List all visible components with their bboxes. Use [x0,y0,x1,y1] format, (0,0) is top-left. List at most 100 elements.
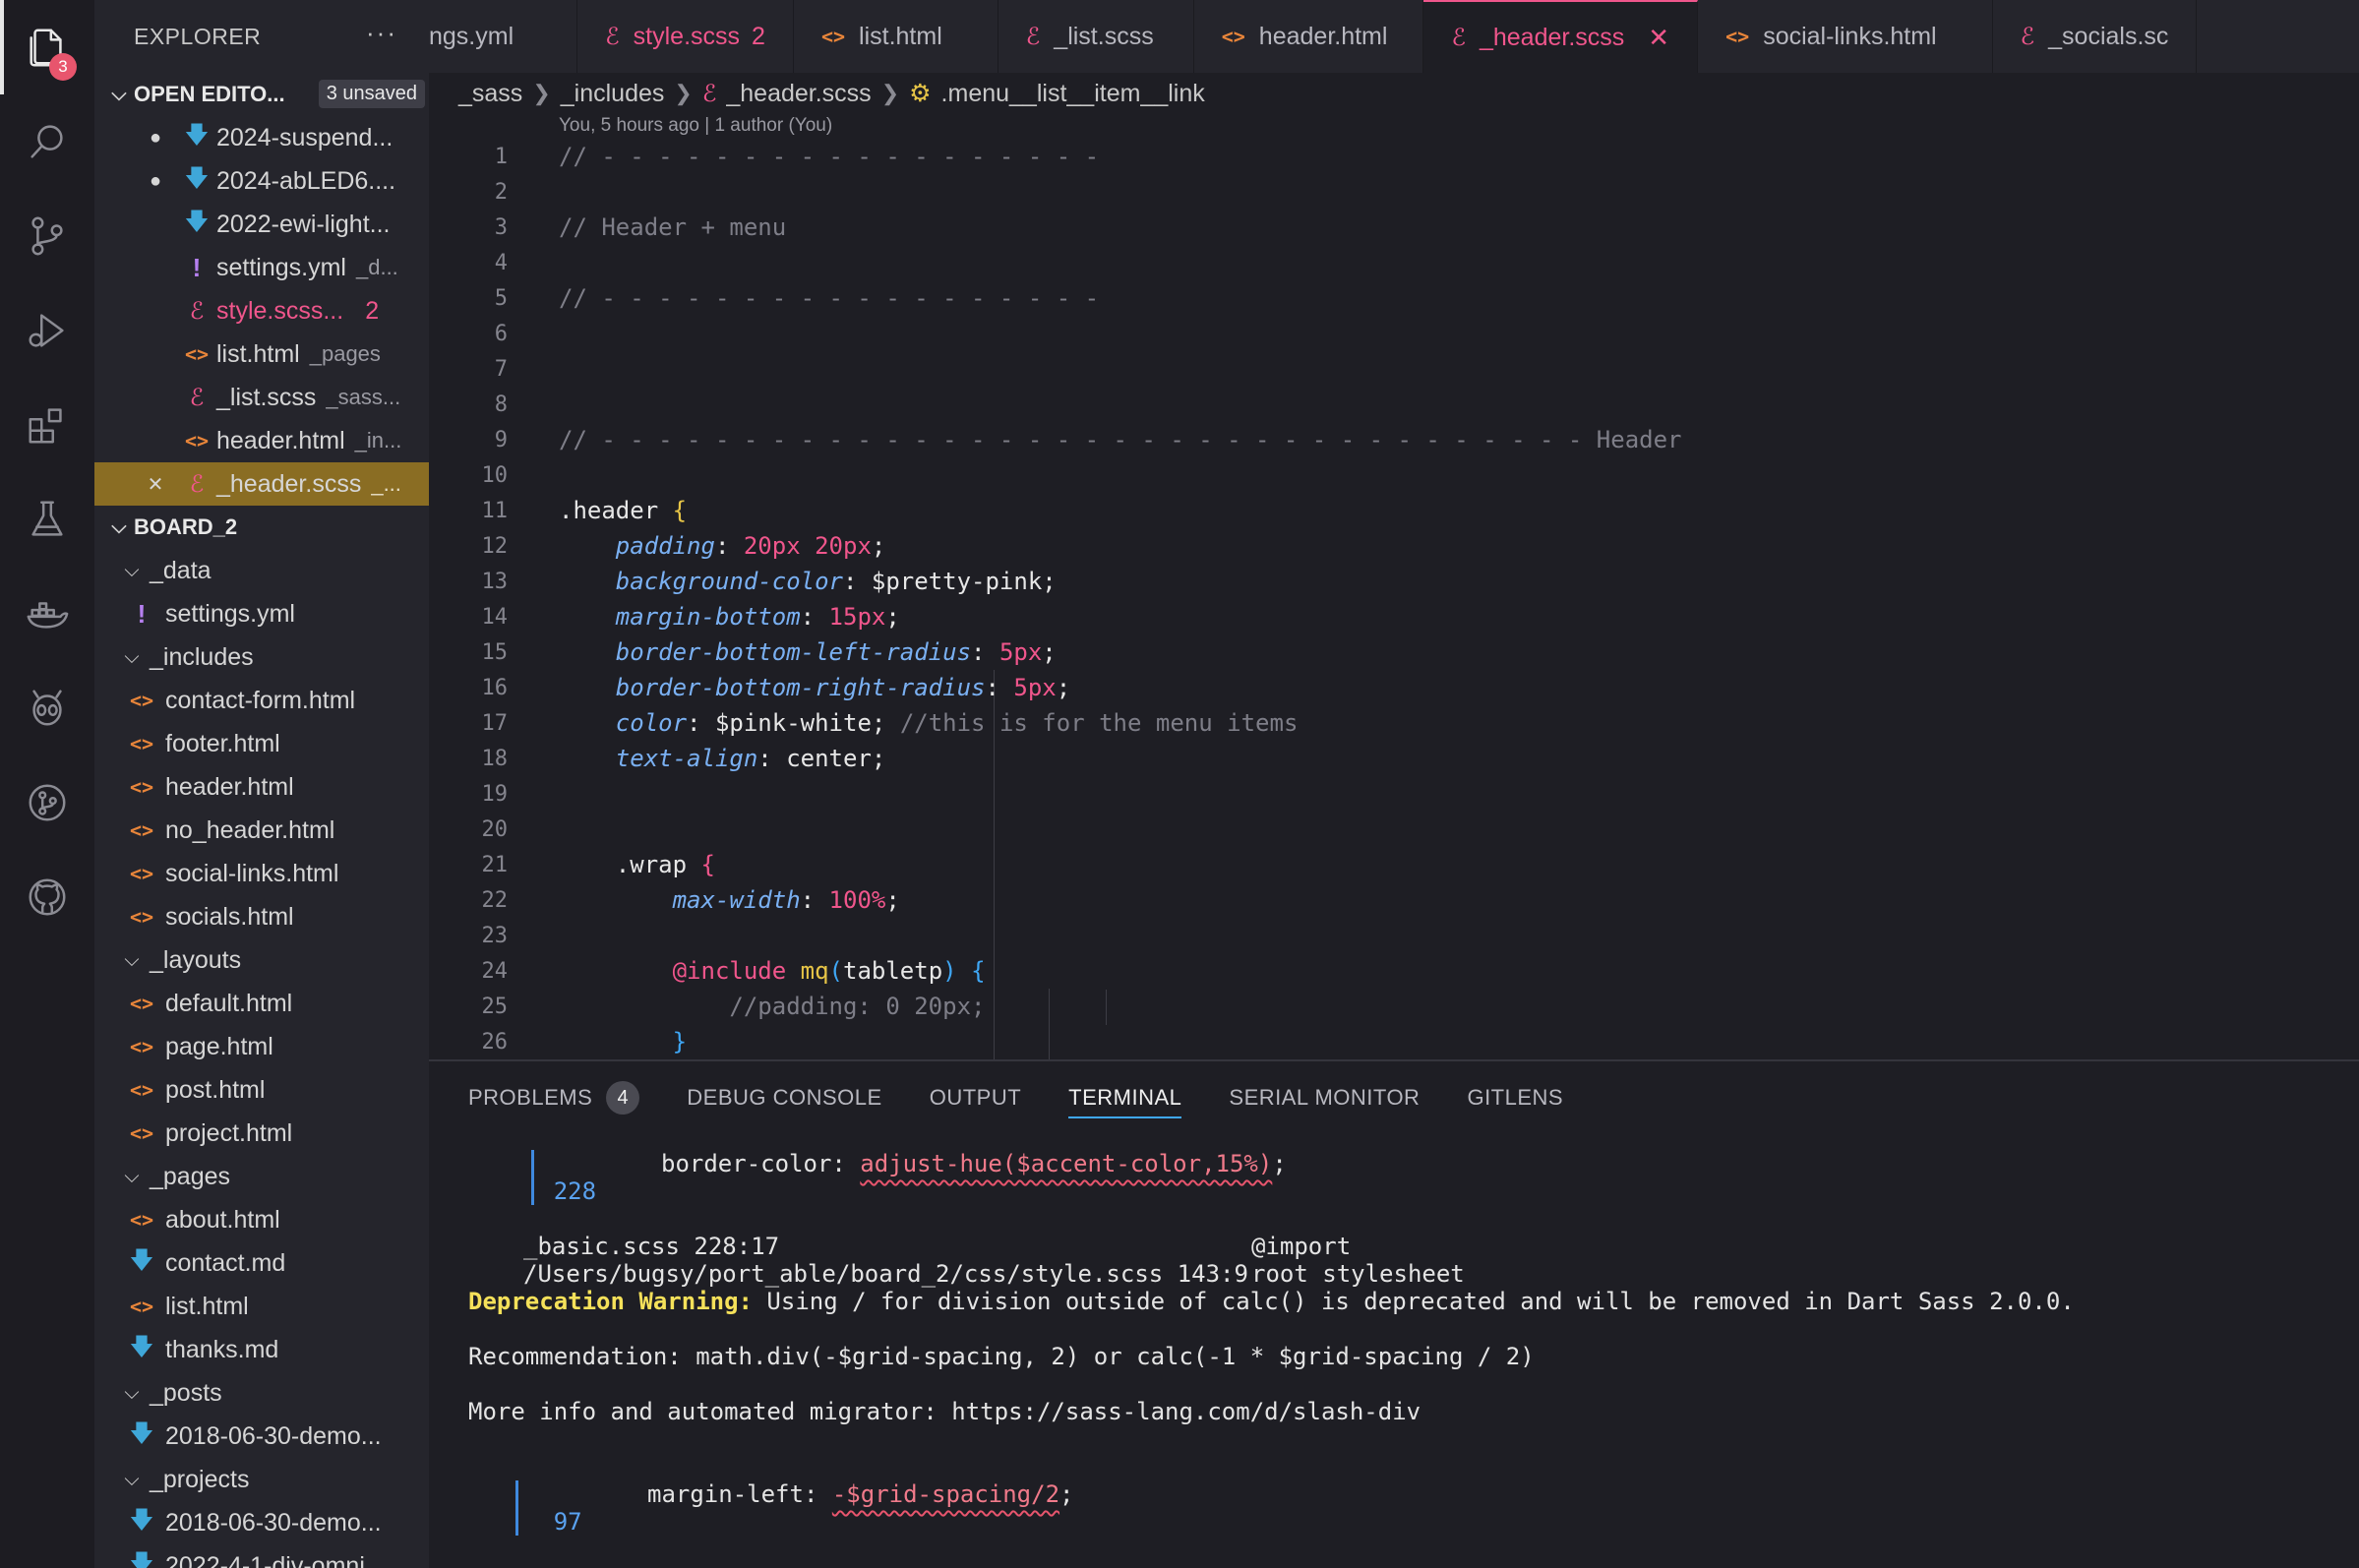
open-editor-name: 2024-abLED6.... [216,166,396,195]
git-graph-icon[interactable] [0,755,94,850]
tab-settings-yml[interactable]: ngs.yml [429,0,578,73]
tab-serial-monitor[interactable]: SERIAL MONITOR [1229,1061,1420,1134]
tree-file[interactable]: <> social-links.html [94,852,429,895]
line-number: 16 [429,670,509,705]
tree-folder[interactable]: ⌵ _posts [94,1371,429,1415]
tree-file[interactable]: <> header.html [94,765,429,809]
breadcrumb-item[interactable]: .menu__list__item__link [941,80,1205,108]
yaml-file-icon: ! [137,598,147,629]
tab-problems[interactable]: PROBLEMS 4 [468,1061,640,1134]
tree-file[interactable]: <> list.html [94,1285,429,1328]
tree-file[interactable]: <> no_header.html [94,809,429,852]
search-icon[interactable] [0,94,94,189]
tree-file[interactable]: 🡇 2018-06-30-demo... [94,1415,429,1458]
tab-terminal[interactable]: TERMINAL [1068,1061,1182,1134]
tree-file[interactable]: <> page.html [94,1025,429,1068]
tab-socials-scss[interactable]: ℰ _socials.sc [1993,0,2198,73]
tab-error-count: 2 [752,22,765,50]
terminal-code: border-color: [661,1150,861,1177]
open-editor-item[interactable]: <> header.html _in... [94,419,429,462]
explorer-icon[interactable]: 3 [0,0,94,94]
tree-file[interactable]: 🡇 2022-4-1-div-omni... [94,1544,429,1568]
tab-gitlens[interactable]: GITLENS [1467,1061,1563,1134]
tree-file[interactable]: 🡇 2018-06-30-demo... [94,1501,429,1544]
open-editor-item[interactable]: 🡇 2022-ewi-light... [94,203,429,246]
run-debug-icon[interactable] [0,283,94,378]
yaml-file-icon: ! [192,252,202,282]
tree-folder[interactable]: ⌵ _projects [94,1458,429,1501]
line-number-text: 4 [494,250,508,275]
open-editor-name: 2022-ewi-light... [216,210,391,238]
code-line: // - - - - - - - - - - - - - - - - - - [559,284,1100,312]
tree-folder[interactable]: ⌵ _data [94,549,429,592]
tree-file[interactable]: <> default.html [94,982,429,1025]
panel-tab-label: DEBUG CONSOLE [687,1085,882,1110]
breadcrumb-item[interactable]: _includes [561,80,665,108]
tree-folder[interactable]: ⌵ _includes [94,635,429,679]
tree-item-label: 2018-06-30-demo... [165,1508,382,1537]
explorer-header: EXPLORER ··· [94,0,429,73]
tree-file[interactable]: <> contact-form.html [94,679,429,722]
deprecation-warning-label: Deprecation Warning: [468,1288,753,1315]
github-icon[interactable] [0,850,94,944]
scss-file-icon: ℰ [701,80,717,107]
docker-icon[interactable] [0,567,94,661]
open-editor-name: style.scss... [216,296,344,325]
chevron-down-icon: ⌵ [124,1381,140,1404]
blame-annotation[interactable]: You, 5 hours ago | 1 author (You) [559,115,832,137]
tree-file[interactable]: <> project.html [94,1112,429,1155]
line-number: 17 [429,705,509,741]
tab-header-html[interactable]: <> header.html [1194,0,1424,73]
tab-social-links-html[interactable]: <> social-links.html [1698,0,1993,73]
tab-style-scss[interactable]: ℰ style.scss 2 [577,0,794,73]
unsaved-dot-icon[interactable]: ● [134,170,177,193]
tab-list-scss[interactable]: ℰ _list.scss [998,0,1194,73]
tab-label: list.html [859,22,942,50]
chevron-down-icon: ⌵ [124,645,140,668]
line-number-text: 26 [481,1029,509,1055]
tab-debug-console[interactable]: DEBUG CONSOLE [687,1061,881,1134]
tab-list-html[interactable]: <> list.html [794,0,998,73]
tree-file[interactable]: <> socials.html [94,895,429,938]
open-editor-item[interactable]: ● 🡇 2024-abLED6.... [94,159,429,203]
tab-label: _socials.sc [2048,22,2169,50]
breadcrumb-item[interactable]: _header.scss [726,80,871,108]
breadcrumb-item[interactable]: _sass [458,80,522,108]
open-editors-section[interactable]: ⌵ OPEN EDITO... 3 unsaved [94,73,429,116]
tab-header-scss[interactable]: ℰ _header.scss ✕ [1423,0,1699,73]
tree-file[interactable]: 🡇 thanks.md [94,1328,429,1371]
extensions-icon[interactable] [0,378,94,472]
open-editor-item[interactable]: ! settings.yml _d... [94,246,429,289]
testing-icon[interactable] [0,472,94,567]
open-editor-item[interactable]: ● 🡇 2024-suspend... [94,116,429,159]
tree-file[interactable]: 🡇 contact.md [94,1241,429,1285]
code-editor[interactable]: 1 2 3 4 5 6 7 8 9 10 11 12 13 14 15 16 17 18 19 20 21 22 23 24 2… [429,139,2359,1059]
tab-output[interactable]: OUTPUT [930,1061,1021,1134]
problems-count-badge: 4 [606,1081,640,1115]
source-control-icon[interactable] [0,189,94,283]
tree-file[interactable]: <> post.html [94,1068,429,1112]
chevron-right-icon: ❯ [674,81,693,105]
terminal-error-snippet: adjust-hue($accent-color,15%) [860,1150,1273,1177]
tree-folder[interactable]: ⌵ _layouts [94,938,429,982]
tree-folder[interactable]: ⌵ _pages [94,1155,429,1198]
unsaved-dot-icon[interactable]: ● [134,127,177,150]
tree-item-label: page.html [165,1032,273,1060]
code-line: color: $pink-white; //this is for the me… [615,709,1299,737]
tree-file[interactable]: ! settings.yml [94,592,429,635]
open-editor-item[interactable]: <> list.html _pages [94,332,429,376]
close-icon[interactable]: ✕ [134,472,177,497]
project-section[interactable]: ⌵ BOARD_2 [94,506,429,549]
open-editor-item[interactable]: ℰ _list.scss _sass... [94,376,429,419]
panel-tab-label: TERMINAL [1068,1085,1182,1110]
markdown-file-icon: 🡇 [184,121,210,149]
terminal-output[interactable]: 228 border-color: adjust-hue($accent-col… [429,1134,2359,1568]
tree-file[interactable]: <> about.html [94,1198,429,1241]
open-editor-item-selected[interactable]: ✕ ℰ _header.scss _... [94,462,429,506]
close-tab-icon[interactable]: ✕ [1648,23,1669,53]
tree-item-label: contact-form.html [165,686,356,714]
more-actions-icon[interactable]: ··· [366,18,397,48]
open-editor-item[interactable]: ℰ style.scss... 2 [94,289,429,332]
tree-file[interactable]: <> footer.html [94,722,429,765]
alien-extension-icon[interactable] [0,661,94,755]
